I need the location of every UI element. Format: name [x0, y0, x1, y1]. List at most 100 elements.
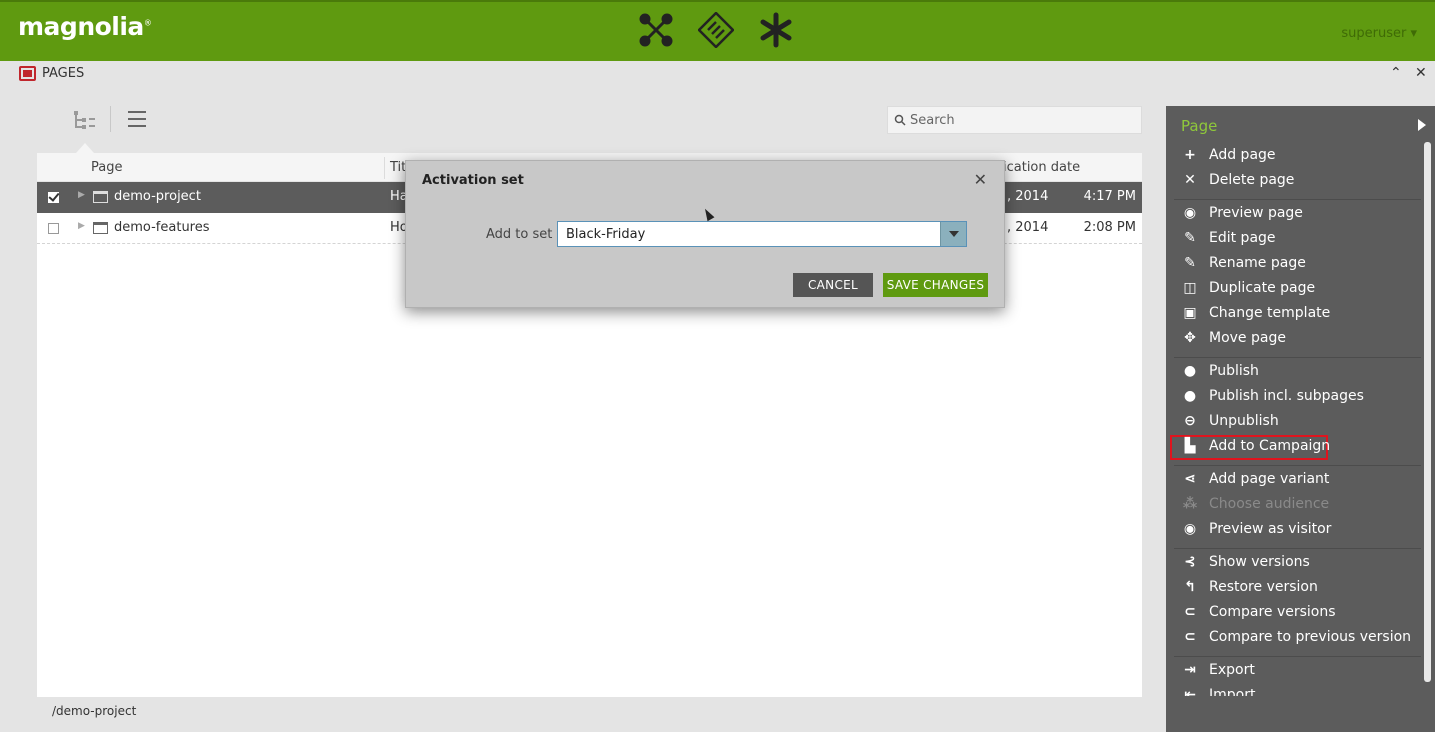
unpublish-icon: ⊖: [1184, 413, 1196, 429]
page-title: Ho: [390, 220, 406, 235]
collapse-icon[interactable]: ⌃: [1390, 65, 1402, 81]
eye-icon: ◉: [1183, 205, 1197, 221]
page-title: Ha: [390, 189, 406, 204]
action-rename-page[interactable]: ✎ Rename page: [1166, 252, 1421, 277]
publish-icon: ●: [1183, 363, 1197, 379]
pencil-icon: ✎: [1184, 255, 1196, 271]
compare-icon: ⊂: [1184, 629, 1196, 645]
import-icon: ⇤: [1184, 687, 1196, 696]
action-import[interactable]: ⇤ Import: [1166, 684, 1421, 696]
modification-date: , 2014: [1007, 189, 1049, 204]
close-icon[interactable]: ✕: [974, 170, 987, 189]
column-divider: [384, 157, 385, 179]
status-bar: /demo-project: [0, 697, 1166, 732]
select-value: Black-Friday: [566, 227, 646, 242]
action-label: Change template: [1209, 305, 1331, 321]
modification-time: 4:17 PM: [1083, 189, 1136, 204]
action-label: Export: [1209, 662, 1255, 678]
page-name: demo-features: [114, 220, 210, 235]
action-label: Move page: [1209, 330, 1286, 346]
action-label: Preview page: [1209, 205, 1303, 221]
divider: [1174, 548, 1421, 549]
action-restore-version[interactable]: ↰ Restore version: [1166, 576, 1421, 601]
template-icon: ▣: [1183, 305, 1197, 321]
action-preview-page[interactable]: ◉ Preview page: [1166, 202, 1421, 227]
chevron-down-icon[interactable]: [940, 222, 966, 246]
search-icon: [894, 114, 906, 126]
action-choose-audience: ⁂ Choose audience: [1166, 493, 1421, 518]
activation-set-dialog: Activation set ✕ Add to set Black-Friday…: [405, 160, 1005, 308]
action-label: Publish: [1209, 363, 1259, 379]
magnolia-logo[interactable]: magnolia®: [18, 12, 152, 41]
action-label: Delete page: [1209, 172, 1295, 188]
action-label: Publish incl. subpages: [1209, 388, 1364, 404]
search-box[interactable]: [887, 106, 1142, 134]
expand-arrow-icon[interactable]: ▶: [78, 221, 85, 231]
action-label: Preview as visitor: [1209, 521, 1332, 537]
row-checkbox[interactable]: [48, 192, 59, 203]
action-compare-versions[interactable]: ⊂ Compare versions: [1166, 601, 1421, 626]
action-label: Add page variant: [1209, 471, 1330, 487]
campaign-icon: ▙: [1184, 438, 1196, 454]
export-icon: ⇥: [1184, 662, 1196, 678]
action-edit-page[interactable]: ✎ Edit page: [1166, 227, 1421, 252]
tree-view-icon[interactable]: [72, 110, 96, 130]
action-change-template[interactable]: ▣ Change template: [1166, 302, 1421, 327]
action-show-versions[interactable]: ⊰ Show versions: [1166, 551, 1421, 576]
action-label: Duplicate page: [1209, 280, 1316, 296]
action-publish[interactable]: ● Publish: [1166, 360, 1421, 385]
action-add-to-campaign[interactable]: ▙ Add to Campaign: [1170, 435, 1330, 460]
action-delete-page[interactable]: ✕ Delete page: [1166, 169, 1421, 194]
action-add-page-variant[interactable]: ⋖ Add page variant: [1166, 468, 1421, 493]
action-unpublish[interactable]: ⊖ Unpublish: [1166, 410, 1421, 435]
pages-app-icon[interactable]: [638, 12, 674, 48]
user-menu[interactable]: superuser ▾: [1341, 26, 1417, 41]
column-header-modification-date[interactable]: ication date: [1003, 160, 1080, 175]
list-view-icon[interactable]: [126, 109, 148, 129]
move-icon: ✥: [1184, 330, 1196, 346]
action-compare-previous-version[interactable]: ⊂ Compare to previous version: [1166, 626, 1421, 651]
pencil-icon: ✎: [1184, 230, 1196, 246]
add-to-set-label: Add to set: [486, 227, 553, 242]
cancel-button[interactable]: CANCEL: [793, 273, 873, 297]
current-path: /demo-project: [52, 704, 137, 718]
action-add-page[interactable]: + Add page: [1166, 144, 1421, 169]
row-checkbox[interactable]: [48, 223, 59, 234]
publish-subpages-icon: ●: [1183, 388, 1197, 404]
action-publish-subpages[interactable]: ● Publish incl. subpages: [1166, 385, 1421, 410]
tools-app-icon[interactable]: [698, 12, 734, 48]
action-move-page[interactable]: ✥ Move page: [1166, 327, 1421, 352]
action-label: Compare to previous version: [1209, 629, 1412, 645]
action-label: Rename page: [1209, 255, 1306, 271]
column-header-page[interactable]: Page: [91, 160, 122, 175]
eye-icon: ◉: [1183, 521, 1197, 537]
modification-time: 2:08 PM: [1083, 220, 1136, 235]
duplicate-icon: ◫: [1183, 280, 1197, 296]
pages-icon: [19, 66, 36, 81]
app-header: PAGES ⌃ ✕: [0, 61, 1435, 89]
page-name: demo-project: [114, 189, 201, 204]
activation-set-select[interactable]: Black-Friday: [557, 221, 967, 247]
active-view-indicator: [76, 143, 94, 153]
column-header-title[interactable]: Tit: [390, 160, 406, 175]
action-label: Compare versions: [1209, 604, 1336, 620]
toggle-divider: [110, 106, 111, 132]
action-list: + Add page ✕ Delete page ◉ Preview page ✎ Ed…: [1166, 106, 1435, 696]
x-icon: ✕: [1184, 172, 1196, 188]
action-duplicate-page[interactable]: ◫ Duplicate page: [1166, 277, 1421, 302]
divider: [1174, 357, 1421, 358]
modification-date: , 2014: [1007, 220, 1049, 235]
action-label: Show versions: [1209, 554, 1310, 570]
favorites-app-icon[interactable]: [758, 12, 794, 48]
divider: [1174, 656, 1421, 657]
search-input[interactable]: [910, 111, 1135, 129]
compare-icon: ⊂: [1184, 604, 1196, 620]
action-bar: Page + Add page ✕ Delete page ◉ Preview pag…: [1166, 106, 1435, 732]
restore-icon: ↰: [1184, 579, 1196, 595]
action-export[interactable]: ⇥ Export: [1166, 659, 1421, 684]
close-app-icon[interactable]: ✕: [1415, 65, 1427, 81]
save-changes-button[interactable]: SAVE CHANGES: [883, 273, 988, 297]
action-label: Import: [1209, 687, 1256, 696]
expand-arrow-icon[interactable]: ▶: [78, 190, 85, 200]
action-preview-as-visitor[interactable]: ◉ Preview as visitor: [1166, 518, 1421, 543]
